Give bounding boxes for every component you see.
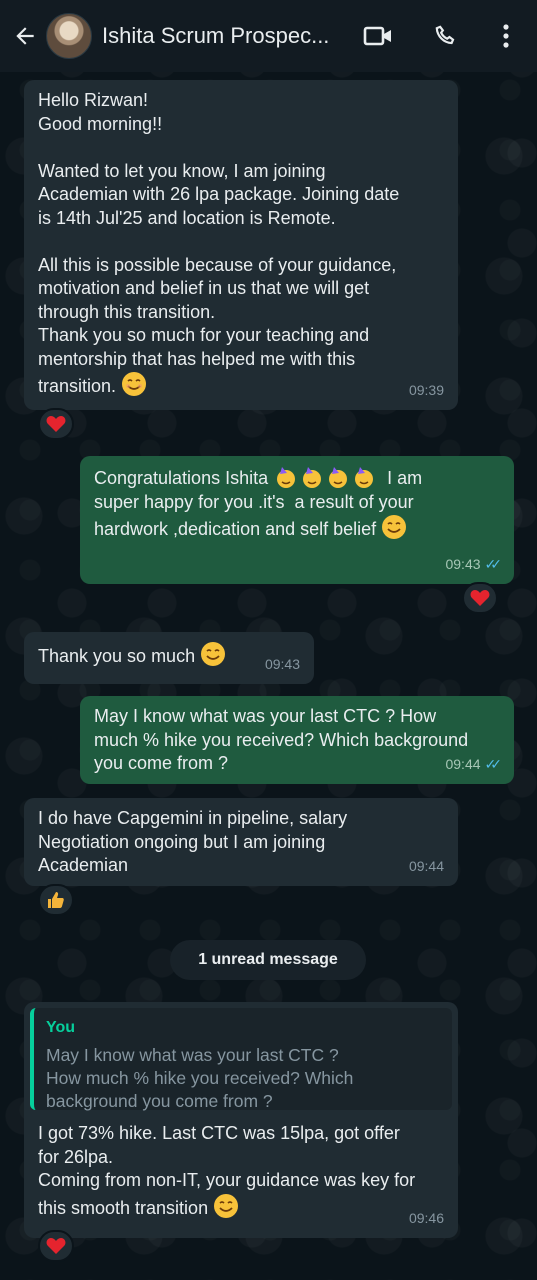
message-time: 09:43 [264, 655, 300, 672]
message-time: 09:43 ✓✓ [445, 553, 503, 577]
read-receipt-icon: ✓✓ [484, 755, 503, 772]
quoted-message[interactable]: You May I know what was your last CTC ? … [30, 1008, 452, 1111]
chat-header: Ishita Scrum Prospec... [0, 0, 537, 72]
smile-emoji-icon [381, 514, 407, 547]
message-time: 09:44 [408, 857, 444, 874]
smile-emoji-icon [121, 371, 147, 404]
quoted-author: You [46, 1019, 76, 1036]
message-bubble-outgoing[interactable]: Congratulations Ishita I am super happy … [80, 456, 514, 584]
heart-reaction-icon[interactable] [38, 1230, 74, 1262]
message-bubble-incoming[interactable]: I do have Capgemini in pipeline, salary … [24, 798, 458, 886]
message-text-part-1: Congratulations Ishita [94, 468, 269, 488]
phone-icon[interactable] [430, 20, 462, 52]
thumbs-up-reaction-icon[interactable] [38, 884, 74, 916]
contact-name[interactable]: Ishita Scrum Prospec... [102, 23, 352, 49]
heart-reaction-icon[interactable] [38, 408, 74, 440]
heart-reaction-icon[interactable] [462, 582, 498, 614]
message-bubble-incoming-reply[interactable]: You May I know what was your last CTC ? … [24, 1002, 458, 1238]
back-arrow-icon[interactable] [6, 16, 44, 56]
more-options-icon[interactable] [490, 20, 522, 52]
video-call-icon[interactable] [362, 20, 394, 52]
message-text: I do have Capgemini in pipeline, salary … [38, 808, 348, 875]
message-text: May I know what was your last CTC ? How … [94, 706, 469, 773]
message-bubble-outgoing[interactable]: May I know what was your last CTC ? How … [80, 696, 514, 784]
read-receipt-icon: ✓✓ [484, 555, 503, 572]
message-text: Hello Rizwan! Good morning!! Wanted to l… [38, 90, 400, 396]
message-bubble-incoming[interactable]: Hello Rizwan! Good morning!! Wanted to l… [24, 80, 458, 410]
smile-emoji-icon [200, 641, 226, 674]
contact-avatar[interactable] [46, 13, 92, 59]
party-face-emoji-icons [273, 467, 382, 488]
message-bubble-incoming[interactable]: Thank you so much 09:43 [24, 632, 314, 684]
unread-messages-divider: 1 unread message [170, 940, 366, 980]
message-time: 09:46 [408, 1209, 444, 1226]
quoted-text: May I know what was your last CTC ? How … [46, 1044, 354, 1111]
message-time: 09:44 ✓✓ [445, 753, 503, 777]
message-text: Thank you so much [38, 646, 196, 666]
smile-emoji-icon [213, 1193, 239, 1226]
message-time: 09:39 [408, 381, 444, 398]
